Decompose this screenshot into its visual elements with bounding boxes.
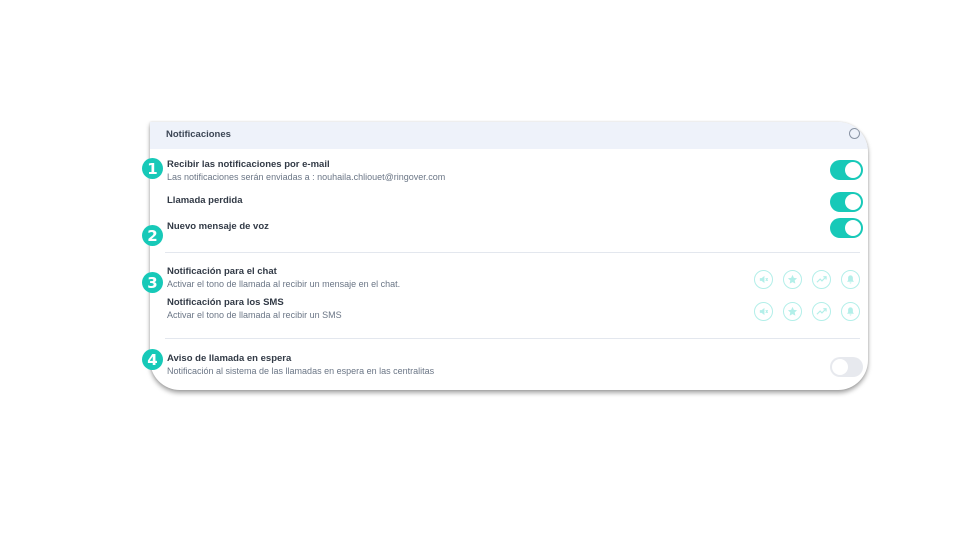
call-waiting-toggle[interactable] bbox=[830, 357, 863, 377]
mute-icon[interactable] bbox=[754, 270, 773, 289]
missed-call-title: Llamada perdida bbox=[167, 195, 243, 206]
email-notifications-toggle[interactable] bbox=[830, 160, 863, 180]
trend-icon[interactable] bbox=[812, 270, 831, 289]
chat-notification-subtitle: Activar el tono de llamada al recibir un… bbox=[167, 279, 401, 289]
step-badge-3: 3 bbox=[142, 272, 163, 293]
email-notifications-title: Recibir las notificaciones por e-mail bbox=[167, 159, 330, 170]
notifications-panel: Notificaciones Recibir las notificacione… bbox=[150, 122, 868, 390]
step-badge-4: 4 bbox=[142, 349, 163, 370]
missed-call-toggle[interactable] bbox=[830, 192, 863, 212]
star-icon[interactable] bbox=[783, 270, 802, 289]
call-waiting-title: Aviso de llamada en espera bbox=[167, 353, 292, 364]
toggle-knob bbox=[845, 162, 861, 178]
step-badge-1: 1 bbox=[142, 158, 163, 179]
panel-header: Notificaciones bbox=[150, 122, 868, 149]
sms-notification-title: Notificación para los SMS bbox=[167, 297, 284, 308]
panel-title: Notificaciones bbox=[166, 129, 231, 140]
missed-call-row: Llamada perdida bbox=[167, 195, 243, 207]
voicemail-title: Nuevo mensaje de voz bbox=[167, 221, 269, 232]
email-notifications-row: Recibir las notificaciones por e-mail La… bbox=[167, 159, 445, 183]
toggle-knob bbox=[832, 359, 848, 375]
chat-notification-title: Notificación para el chat bbox=[167, 266, 277, 277]
bell-icon[interactable] bbox=[841, 270, 860, 289]
toggle-knob bbox=[845, 194, 861, 210]
voicemail-row: Nuevo mensaje de voz bbox=[167, 221, 269, 233]
email-notifications-subtitle: Las notificaciones serán enviadas a : no… bbox=[167, 172, 446, 182]
chat-notification-row: Notificación para el chat Activar el ton… bbox=[167, 266, 400, 290]
call-waiting-subtitle: Notificación al sistema de las llamadas … bbox=[167, 366, 435, 376]
call-waiting-row: Aviso de llamada en espera Notificación … bbox=[167, 353, 434, 377]
voicemail-toggle[interactable] bbox=[830, 218, 863, 238]
trend-icon[interactable] bbox=[812, 302, 831, 321]
divider bbox=[165, 338, 860, 339]
star-icon[interactable] bbox=[783, 302, 802, 321]
sms-notification-subtitle: Activar el tono de llamada al recibir un… bbox=[167, 310, 342, 320]
mute-icon[interactable] bbox=[754, 302, 773, 321]
collapse-icon[interactable] bbox=[849, 128, 860, 139]
toggle-knob bbox=[845, 220, 861, 236]
bell-icon[interactable] bbox=[841, 302, 860, 321]
step-badge-2: 2 bbox=[142, 225, 163, 246]
divider bbox=[165, 252, 860, 253]
sms-notification-row: Notificación para los SMS Activar el ton… bbox=[167, 297, 342, 321]
